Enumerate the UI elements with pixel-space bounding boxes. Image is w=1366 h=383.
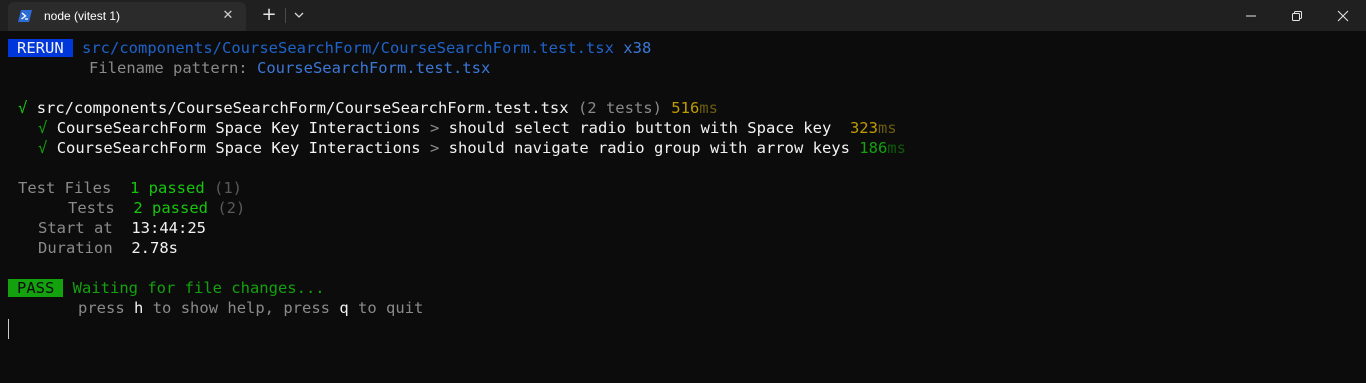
pass-badge: PASS: [8, 279, 64, 297]
minimize-icon: [1246, 15, 1256, 17]
test-files-total: (1): [214, 179, 242, 197]
plus-icon: +: [261, 4, 277, 25]
file-result-line: √ src/components/CourseSearchForm/Course…: [18, 98, 718, 118]
check-icon: √: [38, 119, 48, 137]
close-window-button[interactable]: [1320, 0, 1366, 31]
help-text-quit: to quit: [358, 299, 424, 317]
tab-title: node (vitest 1): [44, 9, 121, 23]
file-duration-value: 516: [671, 99, 700, 117]
file-path: src/components/CourseSearchForm/CourseSe…: [36, 99, 569, 117]
title-bar: node (vitest 1) ✕ +: [0, 0, 1366, 31]
test-duration-unit: ms: [887, 139, 906, 157]
duration-value: 2.78s: [131, 239, 178, 257]
tab-dropdown-button[interactable]: [290, 5, 308, 25]
summary-tests: Tests 2 passed (2): [68, 198, 245, 218]
help-key-h: h: [134, 299, 144, 317]
duration-label: Duration: [38, 239, 113, 257]
test-files-label: Test Files: [18, 179, 112, 197]
pattern-value: CourseSearchForm.test.tsx: [256, 59, 491, 77]
test-separator: >: [429, 119, 440, 137]
close-tab-icon[interactable]: ✕: [219, 7, 237, 25]
test-name: should select radio button with Space ke…: [448, 119, 832, 137]
test-files-value: 1 passed: [130, 179, 205, 197]
test-suite: CourseSearchForm Space Key Interactions: [56, 139, 421, 157]
summary-duration: Duration 2.78s: [38, 238, 178, 258]
help-line: press h to show help, press q to quit: [78, 298, 423, 318]
help-press: press: [78, 299, 125, 317]
close-icon: [1337, 10, 1349, 22]
rerun-line: RERUN src/components/CourseSearchForm/Co…: [8, 38, 651, 58]
test-row: √ CourseSearchForm Space Key Interaction…: [38, 118, 897, 138]
new-tab-button[interactable]: +: [258, 4, 280, 26]
terminal-output[interactable]: RERUN src/components/CourseSearchForm/Co…: [0, 31, 1366, 383]
minimize-button[interactable]: [1228, 0, 1274, 31]
summary-start: Start at 13:44:25: [38, 218, 206, 238]
filename-pattern-line: Filename pattern: CourseSearchForm.test.…: [89, 58, 490, 78]
rerun-badge: RERUN: [8, 39, 73, 57]
test-row: √ CourseSearchForm Space Key Interaction…: [38, 138, 906, 158]
summary-test-files: Test Files 1 passed (1): [18, 178, 242, 198]
test-count: (2 tests): [577, 99, 662, 117]
test-duration-value: 323: [849, 119, 878, 137]
help-key-q: q: [339, 299, 349, 317]
test-separator: >: [429, 139, 440, 157]
powershell-icon: [18, 10, 32, 22]
waiting-message: Waiting for file changes...: [72, 279, 325, 297]
tests-value: 2 passed: [133, 199, 208, 217]
terminal-window: node (vitest 1) ✕ + RERUN src/components…: [0, 0, 1366, 383]
file-duration-unit: ms: [699, 99, 718, 117]
tests-label: Tests: [68, 199, 115, 217]
pattern-label: Filename pattern:: [89, 59, 248, 77]
pass-line: PASS Waiting for file changes...: [8, 278, 325, 298]
start-value: 13:44:25: [131, 219, 206, 237]
tab-separator: [285, 8, 286, 23]
restore-icon: [1292, 11, 1302, 21]
test-name: should navigate radio group with arrow k…: [448, 139, 850, 157]
test-duration-value: 186: [859, 139, 888, 157]
help-text: to show help, press: [152, 299, 331, 317]
tests-total: (2): [217, 199, 246, 217]
maximize-button[interactable]: [1274, 0, 1320, 31]
tab-node-vitest[interactable]: node (vitest 1) ✕: [8, 2, 246, 31]
text-cursor: [8, 319, 9, 339]
rerun-path: src/components/CourseSearchForm/CourseSe…: [82, 39, 614, 57]
rerun-count: x38: [623, 39, 652, 57]
test-suite: CourseSearchForm Space Key Interactions: [56, 119, 421, 137]
test-duration-unit: ms: [877, 119, 897, 137]
check-icon: √: [38, 139, 48, 157]
start-label: Start at: [38, 219, 113, 237]
check-icon: √: [18, 99, 28, 117]
chevron-down-icon: [294, 12, 304, 18]
